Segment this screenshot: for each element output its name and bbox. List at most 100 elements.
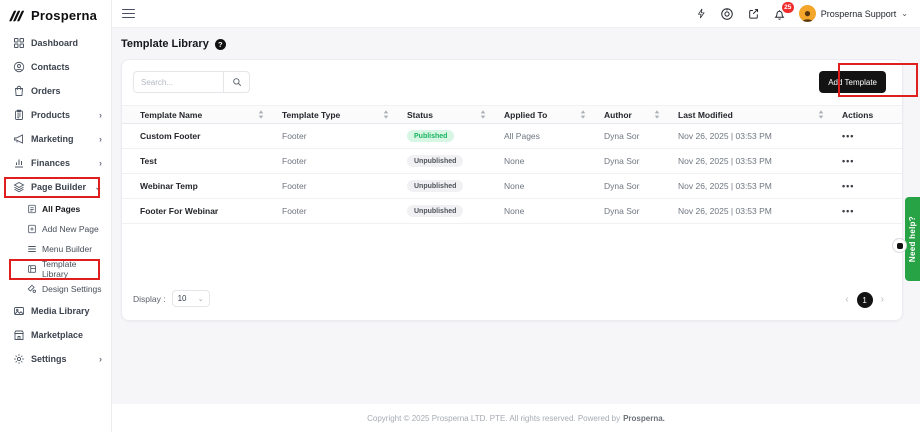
search-button[interactable] — [223, 71, 250, 93]
table-row[interactable]: Test Footer Unpublished None Dyna Sor No… — [122, 149, 902, 174]
sidebar: Prosperna Dashboard Contacts Orders Prod… — [0, 0, 112, 432]
sort-icon[interactable] — [580, 110, 586, 119]
sidebar-item-label: Dashboard — [31, 38, 79, 48]
cell-last-modified: Nov 26, 2025 | 03:53 PM — [678, 206, 772, 216]
sidebar-item-products[interactable]: Products › — [0, 103, 111, 127]
cell-template-type: Footer — [282, 156, 307, 166]
hamburger-menu-icon[interactable] — [122, 8, 135, 19]
contacts-icon — [12, 61, 25, 74]
sort-icon[interactable] — [258, 110, 264, 119]
top-header: 25 Prosperna Support ⌄ — [112, 0, 920, 28]
chevron-down-icon: ⌄ — [901, 9, 908, 18]
status-badge: Published — [407, 130, 455, 143]
page-size-select[interactable]: 10 ⌄ — [171, 290, 210, 307]
sidebar-item-marketplace[interactable]: Marketplace — [0, 323, 111, 347]
header-actions: 25 Prosperna Support ⌄ — [696, 1, 920, 22]
template-icon — [26, 264, 37, 275]
add-template-button[interactable]: Add Template — [819, 71, 886, 93]
sidebar-item-media-library[interactable]: Media Library — [0, 299, 111, 323]
chevron-right-icon: › — [99, 353, 102, 364]
sidebar-item-label: Finances — [31, 158, 71, 168]
column-header-template-type[interactable]: Template Type — [282, 110, 407, 120]
sidebar-item-label: Add New Page — [42, 224, 99, 234]
column-header-applied-to[interactable]: Applied To — [504, 110, 604, 120]
row-actions-menu-icon[interactable]: ••• — [842, 131, 902, 141]
sidebar-item-menu-builder[interactable]: Menu Builder — [0, 239, 111, 259]
document-plus-icon — [26, 224, 37, 235]
sidebar-item-settings[interactable]: Settings › — [0, 347, 111, 371]
sidebar-item-all-pages[interactable]: All Pages — [0, 199, 111, 219]
sidebar-item-marketing[interactable]: Marketing › — [0, 127, 111, 151]
user-menu[interactable]: Prosperna Support ⌄ — [798, 5, 908, 22]
column-header-actions: Actions — [842, 109, 874, 120]
image-icon — [12, 305, 25, 318]
disc-icon[interactable] — [720, 7, 734, 21]
column-header-template-name[interactable]: Template Name — [140, 110, 282, 120]
sidebar-item-label: Products — [31, 110, 71, 120]
sidebar-item-label: Marketing — [31, 134, 74, 144]
cell-last-modified: Nov 26, 2025 | 03:53 PM — [678, 181, 772, 191]
row-actions-menu-icon[interactable]: ••• — [842, 181, 902, 191]
footer-brand-link[interactable]: Prosperna. — [623, 414, 665, 423]
row-actions-menu-icon[interactable]: ••• — [842, 206, 902, 216]
avatar — [798, 5, 816, 22]
table-row[interactable]: Custom Footer Footer Published All Pages… — [122, 124, 902, 149]
clipboard-icon — [12, 109, 25, 122]
cell-template-type: Footer — [282, 131, 307, 141]
external-link-icon[interactable] — [747, 7, 760, 20]
need-help-tab[interactable]: Need help? — [905, 197, 920, 281]
sort-icon[interactable] — [480, 110, 486, 119]
search-input[interactable] — [133, 71, 223, 93]
page-title: Template Library — [121, 38, 209, 50]
document-icon — [26, 204, 37, 215]
bell-icon[interactable]: 25 — [773, 1, 794, 21]
sidebar-item-contacts[interactable]: Contacts — [0, 55, 111, 79]
menu-lines-icon — [26, 244, 37, 255]
prosperna-logo-icon — [9, 9, 26, 23]
sort-icon[interactable] — [654, 110, 660, 119]
sidebar-item-label: Settings — [31, 354, 67, 364]
sidebar-item-design-settings[interactable]: Design Settings — [0, 279, 111, 299]
table-row[interactable]: Footer For Webinar Footer Unpublished No… — [122, 199, 902, 224]
pagination: ‹ 1 › — [845, 292, 884, 308]
row-actions-menu-icon[interactable]: ••• — [842, 156, 902, 166]
brand-name: Prosperna — [31, 8, 98, 23]
column-header-status[interactable]: Status — [407, 110, 504, 120]
chevron-down-icon: ⌄ — [94, 181, 102, 192]
display-label: Display : — [133, 293, 166, 304]
sidebar-item-page-builder[interactable]: Page Builder ⌄ — [0, 175, 111, 199]
design-icon — [26, 284, 37, 295]
help-icon[interactable]: ? — [214, 38, 226, 50]
table-row[interactable]: Webinar Temp Footer Unpublished None Dyn… — [122, 174, 902, 199]
page-size-control: Display : 10 ⌄ — [133, 290, 210, 307]
sort-icon[interactable] — [383, 110, 389, 119]
sidebar-item-label: Orders — [31, 86, 61, 96]
sidebar-item-template-library[interactable]: Template Library — [0, 259, 111, 279]
template-library-card: Add Template Template Name Template Type… — [121, 59, 903, 321]
sidebar-item-label: Media Library — [31, 306, 90, 316]
user-name: Prosperna Support — [820, 8, 897, 19]
sidebar-item-label: Page Builder — [31, 182, 87, 192]
brand-logo[interactable]: Prosperna — [0, 0, 111, 24]
cell-template-type: Footer — [282, 181, 307, 191]
cell-author: Dyna Sor — [604, 131, 640, 141]
previous-page-button[interactable]: ‹ — [845, 295, 848, 305]
next-page-button[interactable]: › — [881, 295, 884, 305]
sort-icon[interactable] — [818, 110, 824, 119]
chat-launcher-icon[interactable] — [892, 238, 907, 253]
lightning-icon[interactable] — [696, 7, 707, 20]
sidebar-item-finances[interactable]: Finances › — [0, 151, 111, 175]
sidebar-item-orders[interactable]: Orders — [0, 79, 111, 103]
chevron-right-icon: › — [99, 133, 102, 144]
sidebar-item-add-new-page[interactable]: Add New Page — [0, 219, 111, 239]
sidebar-item-dashboard[interactable]: Dashboard — [0, 31, 111, 55]
main-content: Template Library ? Add Template Template… — [112, 28, 920, 404]
cell-applied-to: None — [504, 181, 525, 191]
page-number-button[interactable]: 1 — [856, 292, 873, 308]
column-header-last-modified[interactable]: Last Modified — [678, 110, 842, 120]
column-header-author[interactable]: Author — [604, 110, 678, 120]
sidebar-item-label: All Pages — [42, 204, 81, 214]
chevron-down-icon: ⌄ — [197, 295, 204, 303]
page-size-value: 10 — [177, 294, 187, 303]
chevron-right-icon: › — [99, 109, 102, 120]
